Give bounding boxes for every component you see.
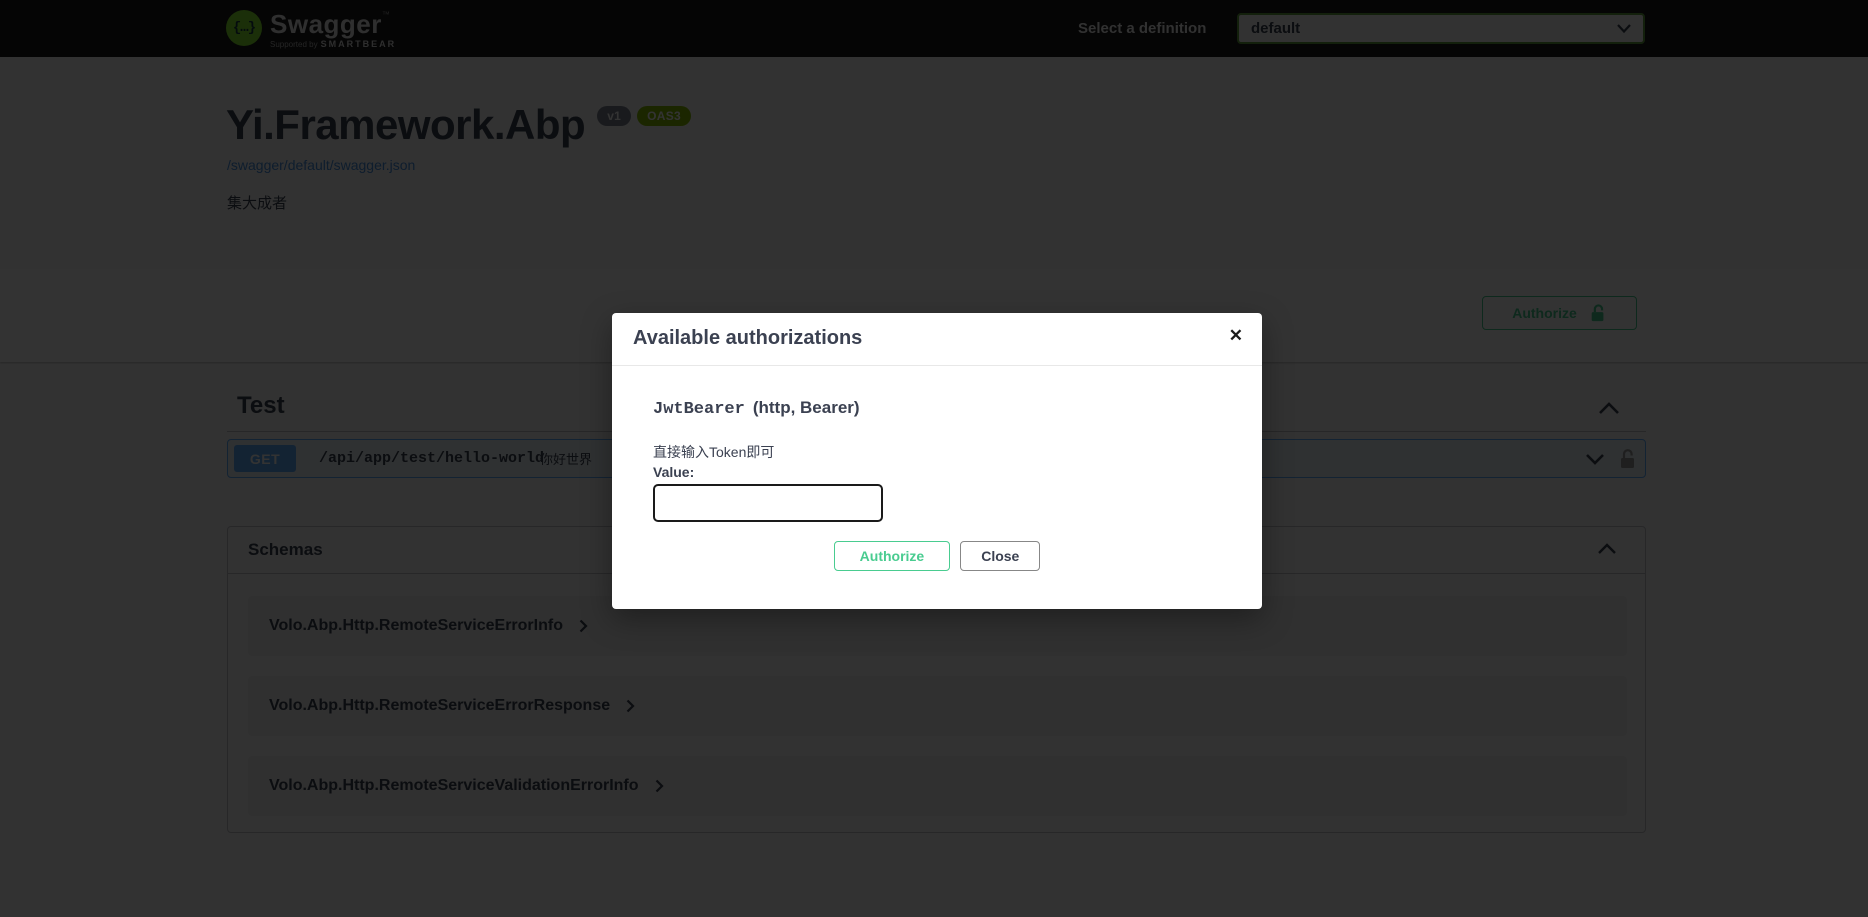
close-icon[interactable]: ✕ (1223, 325, 1249, 347)
scheme-type: (http, Bearer) (753, 398, 860, 417)
value-label: Value: (653, 464, 694, 480)
modal-title: Available authorizations (633, 327, 862, 350)
modal-header: Available authorizations ✕ (612, 313, 1262, 366)
scheme-name: JwtBearer (653, 400, 745, 419)
auth-scheme-title: JwtBearer (http, Bearer) (653, 398, 860, 419)
authorizations-modal: Available authorizations ✕ JwtBearer (htt… (612, 313, 1262, 609)
auth-scheme-description: 直接输入Token即可 (653, 442, 774, 462)
modal-authorize-button[interactable]: Authorize (834, 541, 951, 571)
modal-button-row: Authorize Close (612, 541, 1262, 571)
token-value-input[interactable] (653, 484, 883, 522)
modal-close-button[interactable]: Close (960, 541, 1040, 571)
swagger-ui-page: {…} Swagger™ Supported bySMARTBEAR Selec… (0, 0, 1868, 917)
